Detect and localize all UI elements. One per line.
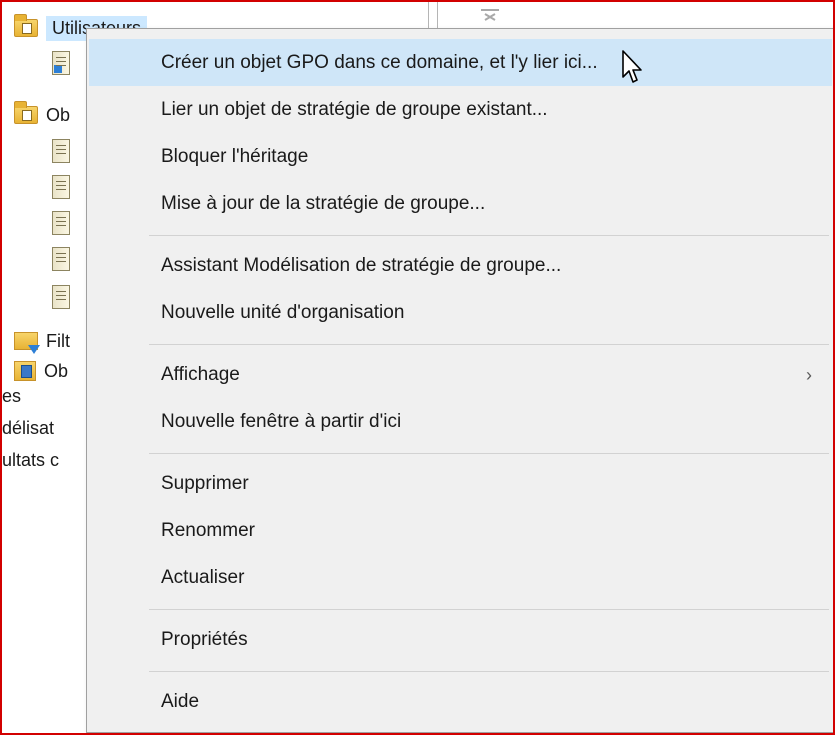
tree-item-gpo-4[interactable] <box>52 243 70 275</box>
menu-item-properties[interactable]: Propriétés <box>89 616 832 663</box>
gpo-link-icon <box>52 51 70 75</box>
menu-separator <box>149 453 829 454</box>
tree-item-label: Filt <box>46 330 70 351</box>
ou-folder-icon <box>14 14 38 37</box>
tree-item-label: délisat <box>2 417 55 438</box>
menu-item-label: Propriétés <box>161 628 248 650</box>
menu-item-label: Actualiser <box>161 566 245 588</box>
menu-item-create-gpo-link[interactable]: Créer un objet GPO dans ce domaine, et l… <box>89 39 832 86</box>
tree-item-gpo-1[interactable] <box>52 135 70 167</box>
menu-separator <box>149 235 829 236</box>
menu-separator <box>149 609 829 610</box>
collapse-icon <box>475 6 505 24</box>
starter-gpo-icon <box>14 361 36 381</box>
menu-item-refresh[interactable]: Actualiser <box>89 554 832 601</box>
wmi-filter-icon <box>14 332 40 354</box>
menu-item-label: Aide <box>161 690 200 712</box>
menu-separator <box>149 344 829 345</box>
tree-item-sites[interactable]: es <box>2 380 21 412</box>
menu-item-label: Renommer <box>161 519 255 541</box>
gpo-folder-icon <box>14 101 38 124</box>
mouse-cursor-icon <box>620 49 646 87</box>
menu-item-label: Nouvelle fenêtre à partir d'ici <box>161 410 402 432</box>
tree-item-gpo-5[interactable] <box>52 281 70 313</box>
menu-item-group-policy-update[interactable]: Mise à jour de la stratégie de groupe... <box>89 180 832 227</box>
tree-item-label: es <box>2 385 22 406</box>
menu-item-label: Supprimer <box>161 472 249 494</box>
menu-item-link-existing-gpo[interactable]: Lier un objet de stratégie de groupe exi… <box>89 86 832 133</box>
menu-separator <box>149 671 829 672</box>
menu-item-view[interactable]: Affichage › <box>89 351 832 398</box>
tree-item-label: ultats c <box>2 449 60 470</box>
screen: Utilisateurs Ob Filt Ob <box>0 0 835 735</box>
chevron-right-icon: › <box>806 365 812 385</box>
tree-item-starter-gpo[interactable]: Ob <box>14 355 68 387</box>
menu-item-help[interactable]: Aide <box>89 678 832 725</box>
menu-item-new-window[interactable]: Nouvelle fenêtre à partir d'ici <box>89 398 832 445</box>
context-menu: Créer un objet GPO dans ce domaine, et l… <box>86 28 835 733</box>
tree-item-objets-gpo[interactable]: Ob <box>14 99 70 131</box>
menu-item-label: Créer un objet GPO dans ce domaine, et l… <box>161 51 598 73</box>
tree-item-resultats[interactable]: ultats c <box>2 444 59 476</box>
gpo-scroll-icon <box>52 247 70 271</box>
menu-item-new-ou[interactable]: Nouvelle unité d'organisation <box>89 289 832 336</box>
tree-item-gpo-3[interactable] <box>52 207 70 239</box>
tree-item-gpo-2[interactable] <box>52 171 70 203</box>
menu-item-label: Mise à jour de la stratégie de groupe... <box>161 192 486 214</box>
tree-item-label: Ob <box>46 104 71 125</box>
tree-item-filtres-wmi[interactable]: Filt <box>14 325 70 357</box>
gpo-scroll-icon <box>52 285 70 309</box>
menu-item-label: Assistant Modélisation de stratégie de g… <box>161 254 562 276</box>
gpo-scroll-icon <box>52 175 70 199</box>
menu-item-rename[interactable]: Renommer <box>89 507 832 554</box>
tree-item-modelisation[interactable]: délisat <box>2 412 54 444</box>
gpo-scroll-icon <box>52 211 70 235</box>
tree-item-label: Ob <box>44 360 69 381</box>
menu-item-delete[interactable]: Supprimer <box>89 460 832 507</box>
gpo-scroll-icon <box>52 139 70 163</box>
menu-item-block-inheritance[interactable]: Bloquer l'héritage <box>89 133 832 180</box>
menu-item-label: Lier un objet de stratégie de groupe exi… <box>161 98 548 120</box>
menu-item-modeling-wizard[interactable]: Assistant Modélisation de stratégie de g… <box>89 242 832 289</box>
menu-item-label: Affichage <box>161 363 240 385</box>
menu-item-label: Nouvelle unité d'organisation <box>161 301 405 323</box>
tree-item-gpo-link[interactable] <box>52 47 70 79</box>
menu-item-label: Bloquer l'héritage <box>161 145 309 167</box>
